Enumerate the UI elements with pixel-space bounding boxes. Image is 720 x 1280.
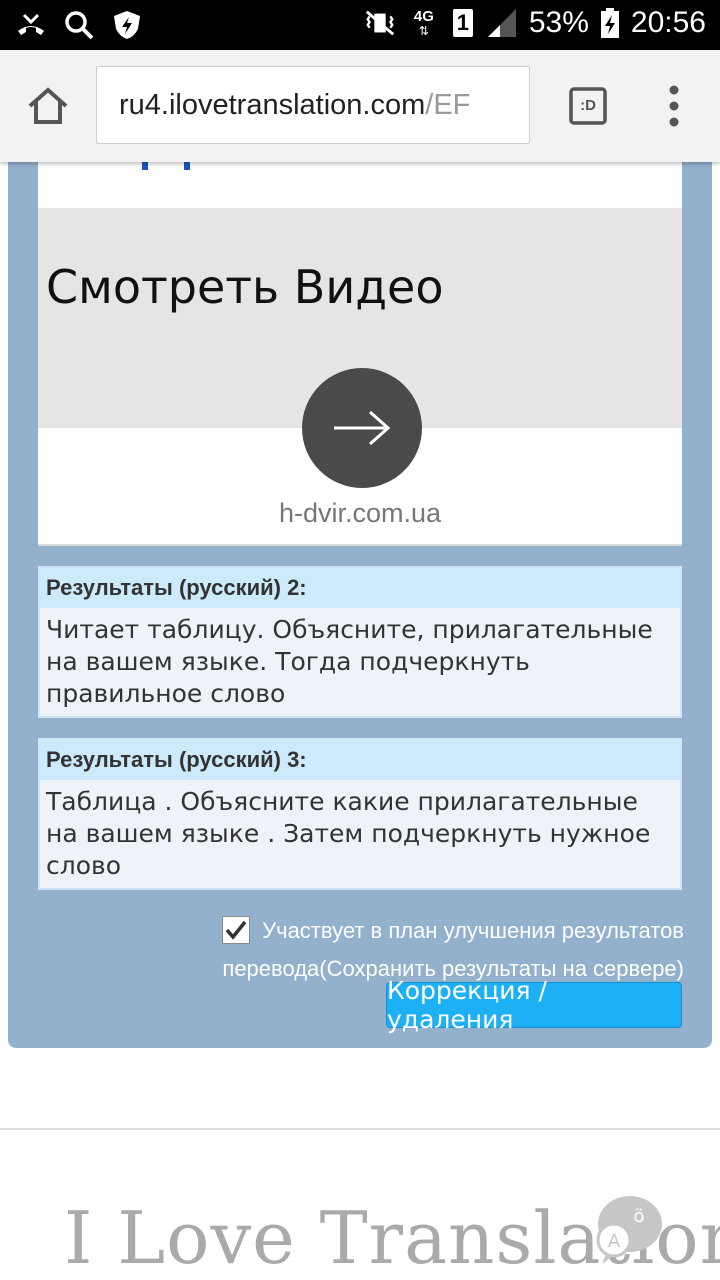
svg-text:A: A: [608, 1231, 621, 1252]
result-block-3: Результаты (русский) 3: Таблица . Объясн…: [38, 738, 682, 890]
tab-switcher-label: :D: [580, 97, 596, 114]
battery-charging-icon: [599, 6, 621, 40]
network-type-icon: 4G ⇅: [413, 7, 434, 38]
result-block-2: Результаты (русский) 2: Читает таблицу. …: [38, 566, 682, 718]
result-text: Таблица . Объясните какие прилагательные…: [46, 787, 651, 880]
ad-title: Смотреть Видео: [46, 260, 444, 314]
result-text: Читает таблицу. Объясните, прилагательны…: [46, 615, 653, 708]
url-path: /EF: [425, 88, 471, 121]
checkmark-icon: [225, 921, 247, 940]
shield-icon: [110, 8, 144, 42]
vibrate-mute-icon: [363, 6, 397, 40]
battery-percent: 53%: [528, 6, 589, 39]
ad-arrow-button[interactable]: [302, 368, 422, 488]
search-icon: [62, 8, 96, 42]
svg-text:ö: ö: [633, 1206, 644, 1227]
home-icon: [28, 87, 68, 124]
ad-logo-fragment: [142, 162, 190, 170]
home-button[interactable]: [24, 82, 72, 130]
video-ad[interactable]: Смотреть Видео h-dvir.com.ua: [38, 162, 682, 546]
sim-slot-icon: 1: [451, 6, 475, 40]
overflow-menu-button[interactable]: [660, 82, 688, 130]
tab-switcher-button[interactable]: :D: [568, 86, 608, 126]
status-bar: 4G ⇅ 1 53% 20:56: [0, 0, 720, 50]
missed-call-icon: [14, 8, 48, 42]
clock: 20:56: [630, 6, 706, 39]
more-vert-icon: [669, 85, 679, 127]
improvement-checkbox[interactable]: [222, 916, 251, 945]
browser-toolbar: ru4.ilovetranslation.com/EF :D: [0, 50, 720, 162]
url-bar[interactable]: ru4.ilovetranslation.com/EF: [96, 66, 530, 144]
url-host: ru4.ilovetranslation.com: [119, 88, 426, 121]
content-panel: Смотреть Видео h-dvir.com.ua Результаты …: [8, 162, 712, 1048]
improvement-label[interactable]: Участвует в план улучшения результатов п…: [222, 918, 684, 981]
translation-bubble-icon: A ö: [596, 1196, 662, 1264]
result-header: Результаты (русский) 3:: [40, 740, 680, 780]
correction-button[interactable]: Коррекция / удаления: [386, 976, 682, 1034]
result-header: Результаты (русский) 2:: [40, 568, 680, 608]
ad-domain[interactable]: h-dvir.com.ua: [38, 498, 682, 529]
arrow-right-icon: [334, 410, 391, 446]
signal-icon: [485, 6, 519, 40]
divider: [0, 1128, 720, 1130]
